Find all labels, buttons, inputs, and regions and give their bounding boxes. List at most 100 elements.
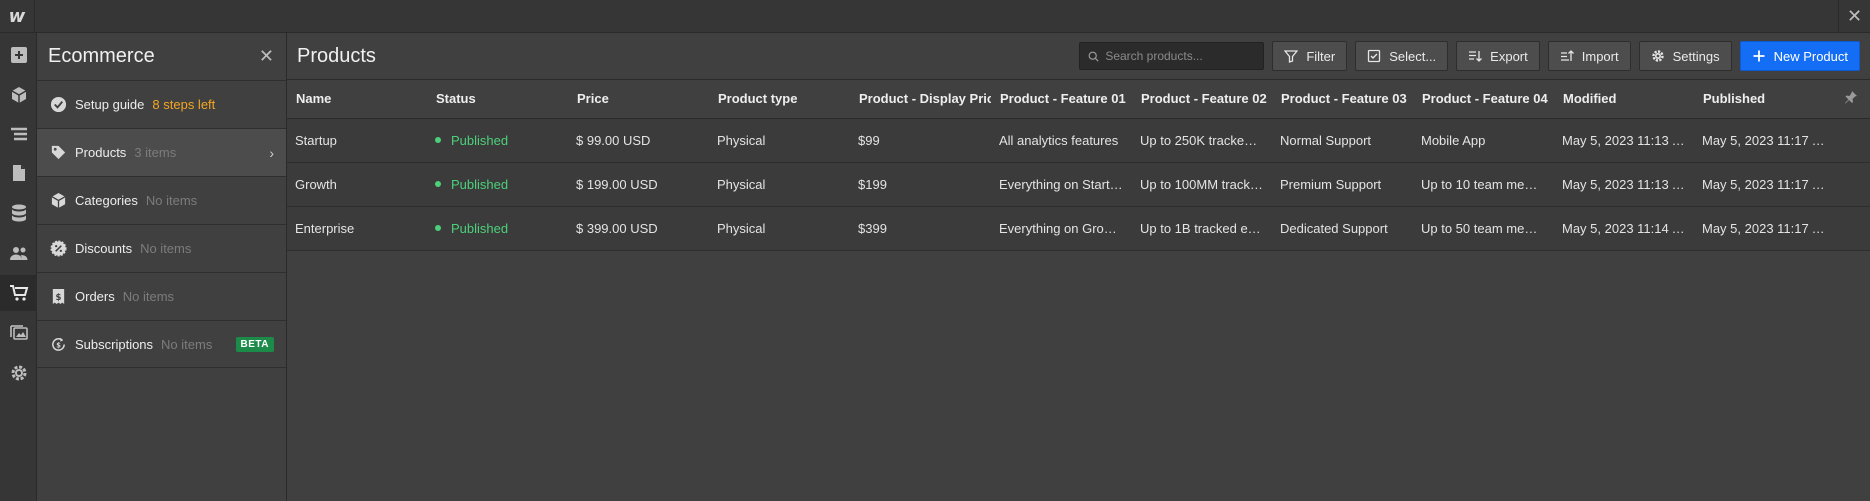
cell-feature-02: Up to 1B tracked events xyxy=(1132,206,1272,251)
products-toolbar: Products Filter Select... Export Import … xyxy=(287,33,1870,80)
receipt-dollar-icon: $ xyxy=(49,288,67,306)
ecommerce-cart-icon[interactable] xyxy=(0,275,37,311)
filter-button[interactable]: Filter xyxy=(1272,41,1348,71)
column-header-feature-04[interactable]: Product - Feature 04 xyxy=(1413,80,1554,119)
nav-item-subscriptions[interactable]: $ Subscriptions No items BETA xyxy=(37,320,286,368)
status-text: Published xyxy=(451,132,509,148)
cell-feature-03: Normal Support xyxy=(1272,118,1413,163)
column-header-status[interactable]: Status xyxy=(427,80,568,119)
cell-modified: May 5, 2023 11:13 AM xyxy=(1554,118,1694,163)
cell-price: $ 199.00 USD xyxy=(568,162,709,207)
cell-name: Growth xyxy=(287,162,427,207)
cell-feature-02: Up to 250K tracked ev... xyxy=(1132,118,1272,163)
products-table: Name Status Price Product type Product -… xyxy=(287,80,1870,251)
panel-close-icon[interactable]: ✕ xyxy=(259,46,274,67)
nav-item-categories[interactable]: Categories No items xyxy=(37,176,286,224)
table-row[interactable]: Enterprise Published $ 399.00 USD Physic… xyxy=(287,206,1870,251)
page-title: Products xyxy=(297,44,376,67)
select-button[interactable]: Select... xyxy=(1355,41,1449,71)
cell-feature-04: Up to 50 team members xyxy=(1413,206,1554,251)
cell-modified: May 5, 2023 11:13 AM xyxy=(1554,162,1694,207)
cell-feature-04: Mobile App xyxy=(1413,118,1554,163)
nav-label: Products xyxy=(75,145,127,160)
column-header-name[interactable]: Name xyxy=(287,80,427,119)
cell-price: $ 399.00 USD xyxy=(568,206,709,251)
column-header-price[interactable]: Price xyxy=(568,80,709,119)
users-icon[interactable] xyxy=(0,235,37,271)
assets-icon[interactable] xyxy=(0,315,37,351)
nav-item-orders[interactable]: $ Orders No items xyxy=(37,272,286,320)
cell-spacer xyxy=(1835,162,1870,207)
cell-published: May 5, 2023 11:17 AM xyxy=(1694,206,1835,251)
navigator-icon[interactable] xyxy=(0,117,37,153)
search-input[interactable] xyxy=(1105,49,1256,63)
nav-label: Categories xyxy=(75,193,138,208)
cell-spacer xyxy=(1835,118,1870,163)
column-header-feature-01[interactable]: Product - Feature 01 xyxy=(991,80,1132,119)
cell-display-price: $399 xyxy=(850,206,991,251)
status-dot-icon xyxy=(435,181,441,188)
nav-item-setup-guide[interactable]: Setup guide 8 steps left xyxy=(37,80,286,128)
steps-left-badge: 8 steps left xyxy=(152,97,216,112)
pin-column-icon[interactable] xyxy=(1835,80,1870,119)
cell-feature-03: Dedicated Support xyxy=(1272,206,1413,251)
cube-icon[interactable] xyxy=(0,77,37,113)
cell-price: $ 99.00 USD xyxy=(568,118,709,163)
status-dot-icon xyxy=(435,225,441,232)
table-row[interactable]: Startup Published $ 99.00 USD Physical $… xyxy=(287,118,1870,163)
item-count: No items xyxy=(161,336,213,352)
ecommerce-panel: Ecommerce ✕ Setup guide 8 steps left Pro… xyxy=(37,33,287,501)
filter-label: Filter xyxy=(1306,48,1336,64)
table-header-row: Name Status Price Product type Product -… xyxy=(287,80,1870,119)
check-circle-icon xyxy=(49,96,67,114)
cell-feature-01: Everything on Growth ... xyxy=(991,206,1132,251)
export-icon xyxy=(1469,51,1483,62)
item-count: No items xyxy=(122,289,175,304)
cell-feature-04: Up to 10 team members xyxy=(1413,162,1554,207)
column-header-product-type[interactable]: Product type xyxy=(709,80,850,119)
cell-name: Startup xyxy=(287,118,427,163)
cell-display-price: $99 xyxy=(850,118,991,163)
import-label: Import xyxy=(1581,48,1619,64)
products-main: Products Filter Select... Export Import … xyxy=(287,33,1870,501)
checkbox-icon xyxy=(1368,49,1381,63)
nav-item-discounts[interactable]: Discounts No items xyxy=(37,224,286,272)
column-header-feature-03[interactable]: Product - Feature 03 xyxy=(1272,80,1413,119)
nav-item-products[interactable]: Products 3 items › xyxy=(37,128,286,176)
pages-icon[interactable] xyxy=(0,155,37,191)
panel-title: Ecommerce xyxy=(48,45,155,67)
export-button[interactable]: Export xyxy=(1456,41,1540,71)
new-product-button[interactable]: New Product xyxy=(1739,41,1860,71)
discount-badge-icon xyxy=(49,240,67,258)
column-header-feature-02[interactable]: Product - Feature 02 xyxy=(1132,80,1272,119)
search-box[interactable] xyxy=(1079,42,1265,70)
beta-badge: BETA xyxy=(235,336,274,352)
cms-icon[interactable] xyxy=(0,195,37,231)
cell-spacer xyxy=(1835,206,1870,251)
import-icon xyxy=(1560,50,1574,61)
close-icon[interactable]: ✕ xyxy=(1838,0,1870,33)
status-text: Published xyxy=(451,176,509,192)
panel-header: Ecommerce ✕ xyxy=(37,33,286,80)
table-row[interactable]: Growth Published $ 199.00 USD Physical $… xyxy=(287,162,1870,207)
left-icon-rail xyxy=(0,33,37,501)
add-icon[interactable] xyxy=(0,37,37,73)
svg-text:$: $ xyxy=(56,341,61,349)
import-button[interactable]: Import xyxy=(1547,41,1631,71)
cell-feature-01: All analytics features xyxy=(991,118,1132,163)
status-dot-icon xyxy=(435,137,441,144)
cell-product-type: Physical xyxy=(709,206,850,251)
cell-display-price: $199 xyxy=(850,162,991,207)
cell-name: Enterprise xyxy=(287,206,427,251)
tag-icon xyxy=(49,144,67,162)
settings-button[interactable]: Settings xyxy=(1638,41,1732,71)
column-header-display-price[interactable]: Product - Display Price xyxy=(850,80,991,119)
column-header-published[interactable]: Published xyxy=(1694,80,1835,119)
nav-label: Discounts xyxy=(75,241,133,256)
export-label: Export xyxy=(1490,48,1528,64)
item-count: No items xyxy=(140,241,192,256)
settings-icon[interactable] xyxy=(0,355,37,391)
webflow-logo-icon[interactable]: w xyxy=(0,0,35,33)
column-header-modified[interactable]: Modified xyxy=(1554,80,1694,119)
cell-product-type: Physical xyxy=(709,118,850,163)
